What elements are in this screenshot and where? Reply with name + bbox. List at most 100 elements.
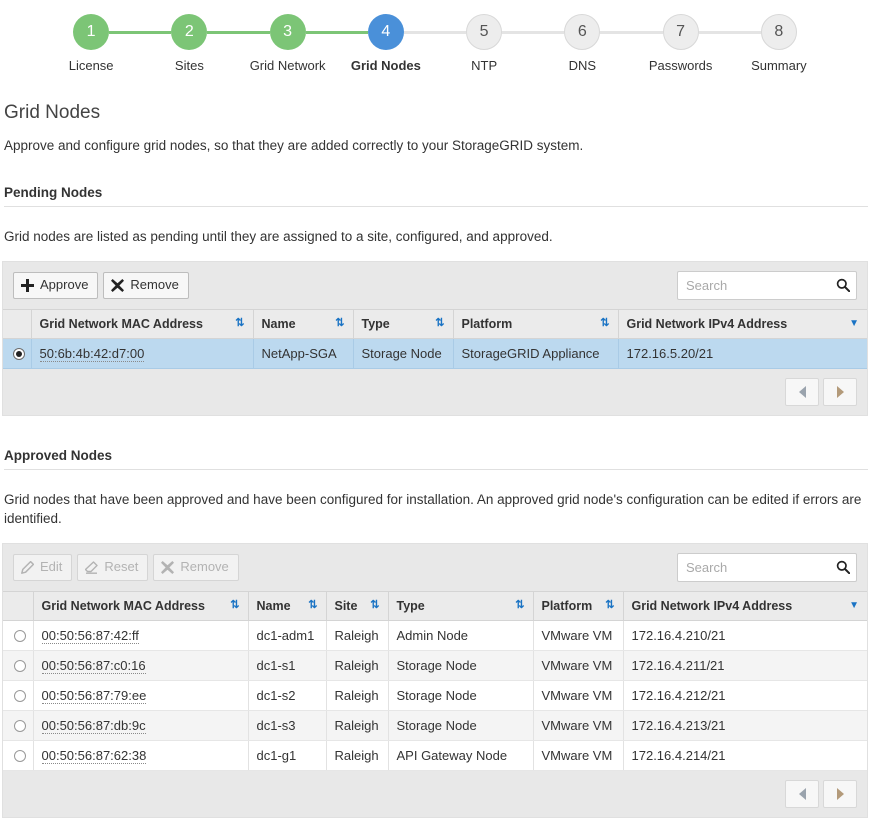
cell-ipv4: 172.16.4.214/21 (623, 740, 867, 771)
cell-ipv4: 172.16.4.211/21 (623, 650, 867, 681)
table-row[interactable]: 50:6b:4b:42:d7:00 NetApp-SGA Storage Node S… (3, 338, 867, 369)
wizard-step-license[interactable]: 1 License (42, 14, 141, 73)
pending-prev-page-button[interactable] (785, 377, 819, 406)
wizard-step-grid-network[interactable]: 3 Grid Network (238, 14, 337, 73)
column-header-grid-network-ipv4-address[interactable]: Grid Network IPv4 Address ▼ (618, 308, 867, 339)
reset-button[interactable]: Reset (77, 553, 149, 581)
approved-prev-page-button[interactable] (785, 779, 819, 808)
approve-button[interactable]: Approve (13, 271, 99, 299)
cell-mac: 50:6b:4b:42:d7:00 (31, 338, 254, 369)
cell-mac: 00:50:56:87:42:ff (33, 620, 249, 651)
mac-address-value[interactable]: 00:50:56:87:db:9c (41, 717, 146, 734)
cell-ipv4: 172.16.4.213/21 (623, 710, 867, 741)
step-connector-right (305, 31, 337, 34)
approved-nodes-actions: Edit Reset Remove (13, 553, 239, 581)
approved-remove-button[interactable]: Remove (153, 553, 239, 581)
step-connector-left (533, 31, 565, 34)
table-row[interactable]: 00:50:56:87:db:9c dc1-s3 Raleigh Storage No… (3, 710, 867, 741)
edit-button[interactable]: Edit (13, 553, 73, 581)
cell-name: NetApp-SGA (253, 338, 354, 369)
wizard-step-dns[interactable]: 6 DNS (533, 14, 632, 73)
pending-search (677, 270, 857, 300)
approved-next-page-button[interactable] (823, 779, 857, 808)
column-header-grid-network-mac-address[interactable]: Grid Network MAC Address ⇅ (33, 590, 249, 621)
row-radio-button[interactable] (13, 630, 26, 643)
pending-nodes-toolbar: Approve Remove (3, 261, 867, 309)
column-header-platform[interactable]: Platform ⇅ (453, 308, 619, 339)
table-row[interactable]: 00:50:56:87:79:ee dc1-s2 Raleigh Storage No… (3, 680, 867, 711)
wizard-step-passwords[interactable]: 7 Passwords (631, 14, 730, 73)
wizard-step-sites[interactable]: 2 Sites (140, 14, 239, 73)
cell-site: Raleigh (326, 740, 389, 771)
table-row[interactable]: 00:50:56:87:62:38 dc1-g1 Raleigh API Gatewa… (3, 740, 867, 771)
row-radio-button[interactable] (13, 690, 26, 703)
wizard-step-grid-nodes[interactable]: 4 Grid Nodes (336, 14, 435, 73)
step-connector-right (403, 31, 435, 34)
column-header-label: Grid Network MAC Address (39, 316, 203, 331)
row-select-cell (3, 620, 34, 651)
cell-site: Raleigh (326, 680, 389, 711)
cell-ipv4: 172.16.4.212/21 (623, 680, 867, 711)
pencil-icon (21, 560, 34, 574)
row-select-cell (3, 740, 34, 771)
table-header-row: Grid Network MAC Address ⇅ Name ⇅ Type ⇅ Platf… (3, 308, 867, 339)
column-header-grid-network-ipv4-address[interactable]: Grid Network IPv4 Address ▼ (623, 590, 867, 621)
row-radio-button[interactable] (12, 348, 25, 361)
cell-ipv4: 172.16.5.20/21 (618, 338, 867, 369)
column-header-name[interactable]: Name ⇅ (253, 308, 354, 339)
table-row[interactable]: 00:50:56:87:c0:16 dc1-s1 Raleigh Storage No… (3, 650, 867, 681)
pending-next-page-button[interactable] (823, 377, 857, 406)
triangle-left-icon (798, 787, 806, 800)
row-radio-button[interactable] (13, 750, 26, 763)
table-row[interactable]: 00:50:56:87:42:ff dc1-adm1 Raleigh Admin No… (3, 620, 867, 651)
page-title: Grid Nodes (4, 102, 101, 123)
mac-address-value[interactable]: 00:50:56:87:62:38 (41, 747, 147, 764)
step-label: Grid Nodes (350, 58, 421, 73)
step-label: Passwords (648, 58, 713, 73)
triangle-left-icon (798, 385, 806, 398)
pending-nodes-table: Grid Network MAC Address ⇅ Name ⇅ Type ⇅ Platf… (3, 308, 867, 369)
step-connector-right (502, 31, 534, 34)
row-radio-button[interactable] (13, 660, 26, 673)
row-select-cell (3, 710, 34, 741)
step-connector-right (698, 31, 730, 34)
approved-nodes-toolbar: Edit Reset Remove (3, 543, 867, 591)
chevron-down-icon: ▼ (849, 317, 859, 329)
cell-type: Storage Node (388, 710, 534, 741)
approved-search-input[interactable] (677, 552, 857, 582)
chevron-down-icon: ▼ (849, 599, 859, 611)
cell-name: dc1-s3 (248, 710, 327, 741)
approved-nodes-description: Grid nodes that have been approved and h… (4, 491, 862, 527)
pending-search-input[interactable] (677, 270, 857, 300)
pending-nodes-description: Grid nodes are listed as pending until t… (4, 229, 553, 244)
approved-search (677, 552, 857, 582)
plus-icon (21, 278, 34, 292)
column-header-platform[interactable]: Platform ⇅ (533, 590, 624, 621)
mac-address-value[interactable]: 00:50:56:87:79:ee (41, 687, 147, 704)
column-header-name[interactable]: Name ⇅ (248, 590, 327, 621)
edit-button-label: Edit (40, 558, 63, 574)
sort-icon: ⇅ (308, 599, 318, 612)
approved-remove-button-label: Remove (180, 558, 229, 574)
pending-nodes-table-body: 50:6b:4b:42:d7:00 NetApp-SGA Storage Node S… (3, 338, 867, 369)
column-header-type[interactable]: Type ⇅ (353, 308, 454, 339)
step-number: 3 (269, 14, 306, 50)
cell-name: dc1-s2 (248, 680, 327, 711)
column-header-label: Type (396, 598, 425, 613)
pending-nodes-actions: Approve Remove (13, 271, 189, 299)
column-header-site[interactable]: Site ⇅ (326, 590, 389, 621)
sort-icon: ⇅ (230, 599, 240, 612)
mac-address-value[interactable]: 00:50:56:87:c0:16 (41, 657, 146, 674)
wizard-step-ntp[interactable]: 5 NTP (435, 14, 534, 73)
column-header-label: Grid Network MAC Address (41, 598, 205, 613)
mac-address-value[interactable]: 00:50:56:87:42:ff (41, 627, 139, 644)
column-header-grid-network-mac-address[interactable]: Grid Network MAC Address ⇅ (31, 308, 254, 339)
step-number: 5 (466, 14, 503, 50)
pending-remove-button[interactable]: Remove (103, 271, 189, 299)
column-header-type[interactable]: Type ⇅ (388, 590, 534, 621)
mac-address-value[interactable]: 50:6b:4b:42:d7:00 (39, 345, 145, 362)
step-label: Summary (751, 58, 807, 73)
cell-name: dc1-g1 (248, 740, 327, 771)
wizard-step-summary[interactable]: 8 Summary (729, 14, 828, 73)
row-radio-button[interactable] (13, 720, 26, 733)
